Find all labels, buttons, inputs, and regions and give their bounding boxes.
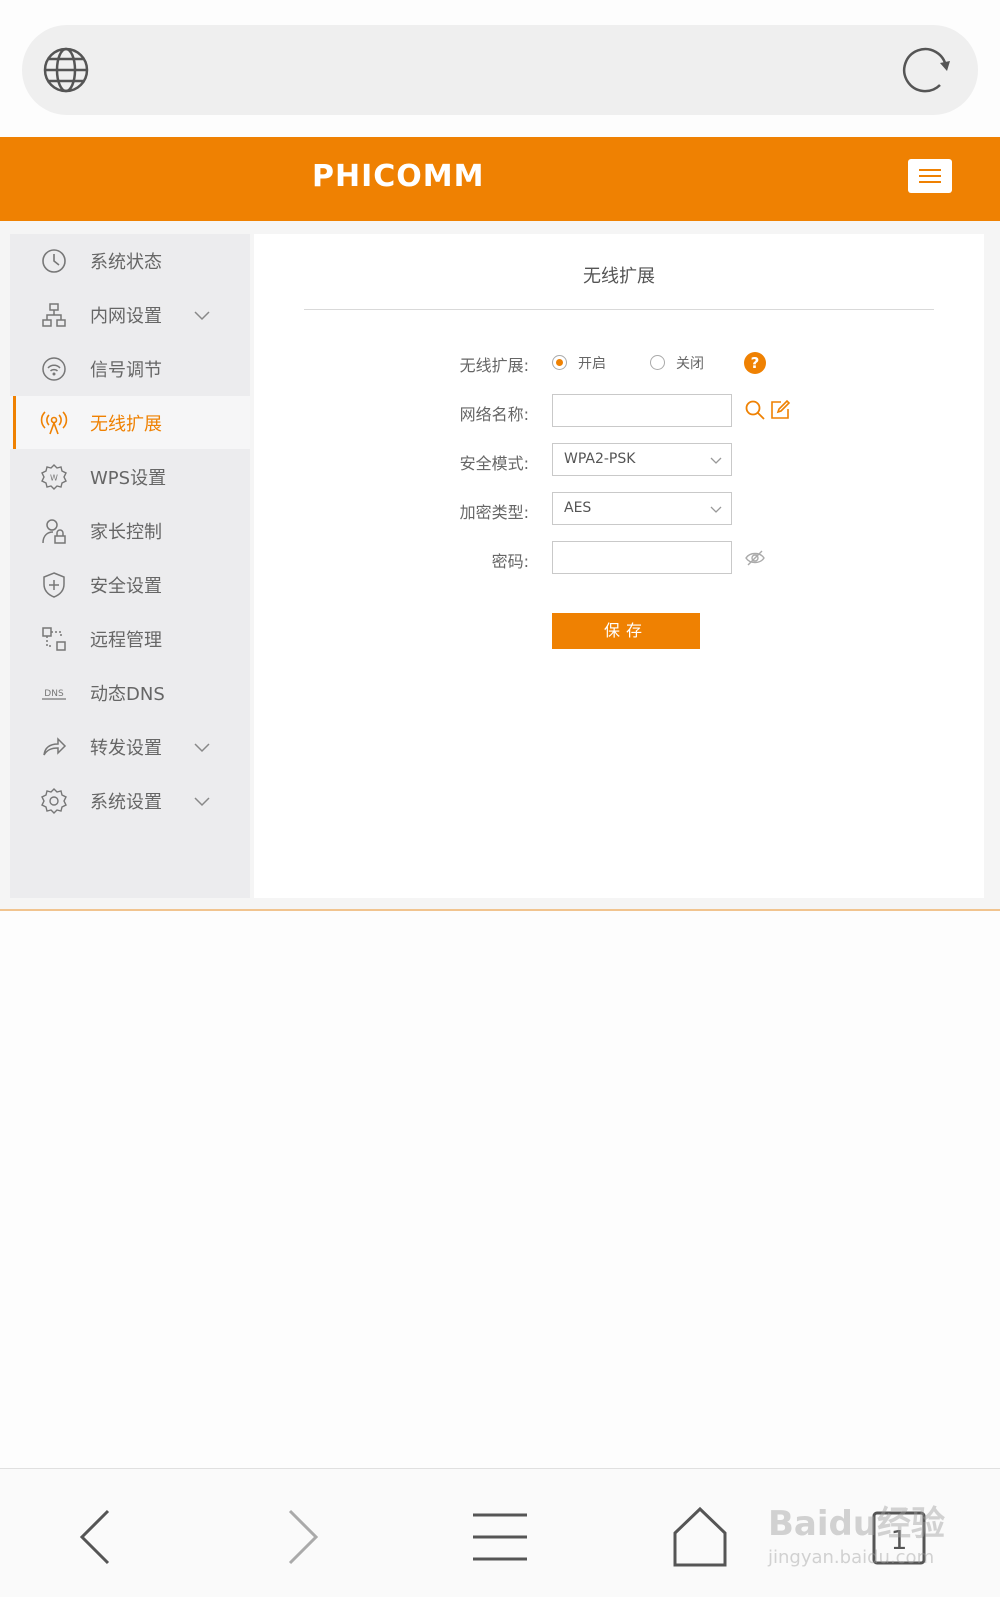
ssid-label: 网络名称: <box>459 405 529 424</box>
sidebar-item-label: 无线扩展 <box>90 414 162 435</box>
security-mode-select[interactable]: WPA2-PSK <box>552 443 732 476</box>
security-mode-value: WPA2-PSK <box>564 451 636 467</box>
router-panel: 系统状态 内网设置 信号调节 无线扩展 W WPS设置 家长控制 安全设置 远程… <box>0 221 1000 911</box>
radio-off-label[interactable]: 关闭 <box>676 353 704 373</box>
encryption-type-select[interactable]: AES <box>552 492 732 525</box>
shield-icon <box>43 572 65 598</box>
chevron-down-icon <box>194 797 210 807</box>
forward-icon <box>43 737 67 756</box>
home-icon[interactable] <box>668 1505 732 1569</box>
password-label: 密码: <box>491 552 529 571</box>
svg-text:W: W <box>50 474 58 483</box>
sidebar-item-label: 家长控制 <box>90 522 162 543</box>
watermark-url: jingyan.baidu.com <box>768 1547 935 1568</box>
ssid-input[interactable] <box>552 394 732 427</box>
encryption-type-value: AES <box>564 500 592 516</box>
sidebar-item-label: 系统设置 <box>90 792 162 813</box>
sidebar-item-label: 动态DNS <box>90 684 165 705</box>
radio-on-label[interactable]: 开启 <box>578 353 606 373</box>
sidebar-item-system-settings[interactable]: 系统设置 <box>10 774 250 827</box>
wps-gear-icon: W <box>41 464 67 490</box>
back-icon[interactable] <box>66 1505 130 1569</box>
remote-icon <box>42 627 66 651</box>
chevron-down-icon <box>194 743 210 753</box>
forward-icon[interactable] <box>268 1505 332 1569</box>
radio-on[interactable] <box>552 355 567 370</box>
settings-gear-icon <box>41 788 67 814</box>
radio-off[interactable] <box>650 355 665 370</box>
dns-icon: DNS <box>42 689 66 700</box>
sidebar: 系统状态 内网设置 信号调节 无线扩展 W WPS设置 家长控制 安全设置 远程… <box>10 234 250 898</box>
sidebar-item-label: 系统状态 <box>90 252 162 273</box>
sidebar-item-parental-control[interactable]: 家长控制 <box>10 504 250 557</box>
sidebar-item-label: 信号调节 <box>90 360 162 381</box>
chevron-down-icon <box>710 506 722 513</box>
save-button[interactable]: 保存 <box>552 613 700 649</box>
page-title: 无线扩展 <box>583 266 655 287</box>
parent-lock-icon <box>42 519 66 544</box>
eye-hidden-icon[interactable] <box>744 547 766 569</box>
sidebar-item-security[interactable]: 安全设置 <box>10 558 250 611</box>
clock-icon <box>42 249 66 273</box>
security-label: 安全模式: <box>459 454 529 473</box>
sidebar-item-system-status[interactable]: 系统状态 <box>10 234 250 287</box>
password-input[interactable] <box>552 541 732 574</box>
antenna-icon <box>40 411 68 435</box>
divider <box>304 309 934 310</box>
sidebar-item-label: 内网设置 <box>90 306 162 327</box>
router-header: PHICOMM <box>0 137 1000 221</box>
chevron-down-icon <box>710 457 722 464</box>
chevron-down-icon <box>194 311 210 321</box>
search-icon[interactable] <box>744 399 766 421</box>
extend-label: 无线扩展: <box>459 356 529 375</box>
sidebar-item-forwarding[interactable]: 转发设置 <box>10 720 250 773</box>
help-icon[interactable]: ? <box>744 352 766 374</box>
watermark: Baidu经验 <box>768 1504 946 1544</box>
hamburger-icon <box>919 169 941 171</box>
sidebar-item-wps[interactable]: W WPS设置 <box>10 450 250 503</box>
menu-icon[interactable] <box>468 1505 532 1569</box>
sidebar-item-ddns[interactable]: DNS 动态DNS <box>10 666 250 719</box>
sidebar-item-lan-settings[interactable]: 内网设置 <box>10 288 250 341</box>
sidebar-item-wireless-extend[interactable]: 无线扩展 <box>10 396 250 449</box>
svg-text:DNS: DNS <box>44 689 64 699</box>
encryption-label: 加密类型: <box>459 503 529 522</box>
reload-icon[interactable] <box>900 45 952 97</box>
sidebar-item-remote-management[interactable]: 远程管理 <box>10 612 250 665</box>
sidebar-item-label: WPS设置 <box>90 468 167 489</box>
sidebar-item-label: 转发设置 <box>90 738 162 759</box>
sidebar-item-signal[interactable]: 信号调节 <box>10 342 250 395</box>
network-icon <box>42 303 66 327</box>
content-panel: 无线扩展 无线扩展: 开启 关闭 ? 网络名称: 安全模式: WPA2-PSK … <box>254 234 984 898</box>
globe-icon <box>43 47 89 93</box>
phicomm-logo: PHICOMM <box>312 159 485 194</box>
hamburger-menu-button[interactable] <box>908 159 952 193</box>
sidebar-item-label: 安全设置 <box>90 576 162 597</box>
signal-icon <box>42 357 66 381</box>
address-bar[interactable] <box>22 25 978 115</box>
sidebar-item-label: 远程管理 <box>90 630 162 651</box>
edit-icon[interactable] <box>769 399 791 421</box>
